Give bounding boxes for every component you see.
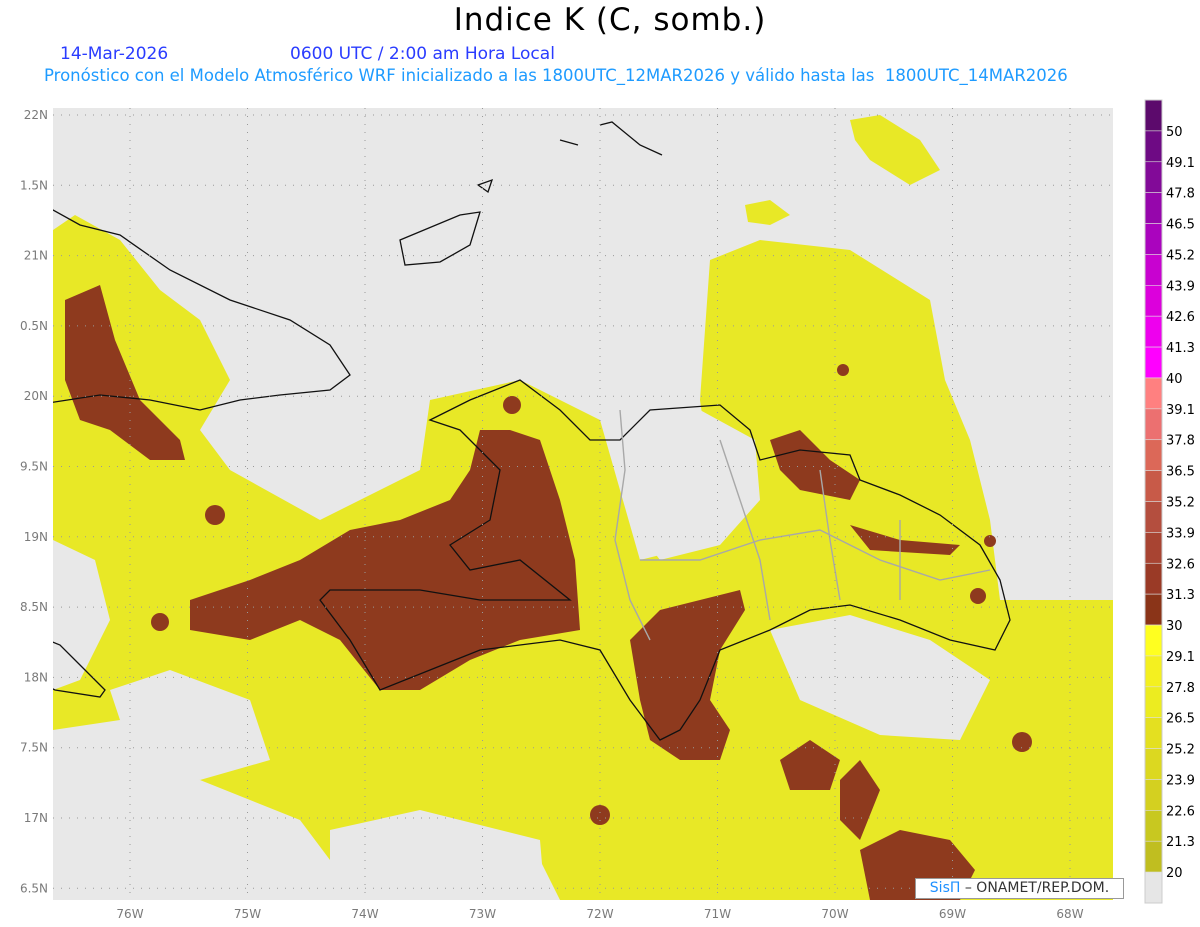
colorbar-swatch bbox=[1144, 624, 1163, 657]
colorbar-swatch bbox=[1144, 439, 1163, 471]
lat-label: 22N bbox=[24, 108, 48, 122]
colorbar-swatch bbox=[1144, 254, 1163, 286]
colorbar-swatch bbox=[1144, 871, 1163, 904]
colorbar-swatch bbox=[1144, 99, 1163, 132]
lon-label: 73W bbox=[469, 907, 496, 921]
lon-label: 71W bbox=[704, 907, 731, 921]
colorbar-label: 39.1 bbox=[1166, 403, 1195, 418]
map: 22N 1.5N 21N 0.5N 20N 9.5N 19N 8.5N 18N 7.5N 17N 6.… bbox=[20, 99, 1195, 921]
lat-label: 21N bbox=[24, 249, 48, 263]
colorbar-swatch bbox=[1144, 748, 1163, 780]
colorbar-label: 49.1 bbox=[1166, 156, 1195, 171]
lat-label: 17N bbox=[24, 811, 48, 825]
colorbar-swatch bbox=[1144, 346, 1163, 379]
colorbar-swatch bbox=[1144, 285, 1163, 317]
lat-label: 1.5N bbox=[20, 178, 48, 192]
colorbar-swatch bbox=[1144, 593, 1163, 626]
colorbar-swatch bbox=[1144, 686, 1163, 718]
colorbar-swatch bbox=[1144, 192, 1163, 224]
colorbar-label: 21.3 bbox=[1166, 835, 1195, 850]
sispi-logo: SisΠ bbox=[929, 880, 961, 896]
colorbar-label: 29.1 bbox=[1166, 650, 1195, 665]
colorbar-swatch bbox=[1144, 501, 1163, 533]
colorbar-label: 26.5 bbox=[1166, 712, 1195, 727]
colorbar-label: 50 bbox=[1166, 125, 1183, 140]
colorbar-swatch bbox=[1144, 562, 1163, 595]
colorbar-label: 46.5 bbox=[1166, 218, 1195, 233]
lon-label: 75W bbox=[234, 907, 261, 921]
colorbar-swatch bbox=[1144, 840, 1163, 873]
colorbar-swatch bbox=[1144, 532, 1163, 564]
colorbar-swatch bbox=[1144, 130, 1163, 163]
colorbar-swatch bbox=[1144, 470, 1163, 502]
colorbar-label: 30 bbox=[1166, 619, 1183, 634]
colorbar-label: 20 bbox=[1166, 866, 1183, 881]
colorbar-label: 42.6 bbox=[1166, 310, 1195, 325]
colorbar-label: 25.2 bbox=[1166, 743, 1195, 758]
lon-label: 69W bbox=[939, 907, 966, 921]
lon-label: 68W bbox=[1056, 907, 1083, 921]
colorbar-label: 33.9 bbox=[1166, 526, 1195, 541]
lon-label: 70W bbox=[821, 907, 848, 921]
colorbar-swatch bbox=[1144, 408, 1163, 441]
lat-label: 0.5N bbox=[20, 319, 48, 333]
colorbar-swatch bbox=[1144, 315, 1163, 348]
colorbar-swatch bbox=[1144, 161, 1163, 193]
colorbar-label: 22.6 bbox=[1166, 804, 1195, 819]
lat-label: 9.5N bbox=[20, 460, 48, 474]
colorbar-swatch bbox=[1144, 223, 1163, 255]
colorbar-label: 45.2 bbox=[1166, 248, 1195, 263]
colorbar-swatch bbox=[1144, 810, 1163, 842]
lat-label: 6.5N bbox=[20, 881, 48, 895]
credit-box: SisΠ – ONAMET/REP.DOM. bbox=[915, 878, 1124, 899]
colorbar-label: 43.9 bbox=[1166, 279, 1195, 294]
colorbar-label: 27.8 bbox=[1166, 681, 1195, 696]
colorbar-label: 36.5 bbox=[1166, 465, 1195, 480]
lat-label: 20N bbox=[24, 389, 48, 403]
colorbar-label: 35.2 bbox=[1166, 496, 1195, 511]
credit-text: – ONAMET/REP.DOM. bbox=[960, 880, 1110, 896]
colorbar-swatch bbox=[1144, 779, 1163, 811]
lat-label: 8.5N bbox=[20, 600, 48, 614]
lon-label: 72W bbox=[586, 907, 613, 921]
colorbar-swatch bbox=[1144, 377, 1163, 410]
colorbar-label: 37.8 bbox=[1166, 434, 1195, 449]
colorbar-label: 23.9 bbox=[1166, 773, 1195, 788]
lat-label: 19N bbox=[24, 530, 48, 544]
lat-label: 7.5N bbox=[20, 741, 48, 755]
colorbar-label: 41.3 bbox=[1166, 341, 1195, 356]
colorbar-swatch bbox=[1144, 717, 1163, 749]
colorbar-label: 47.8 bbox=[1166, 187, 1195, 202]
colorbar-label: 31.3 bbox=[1166, 588, 1195, 603]
lon-label: 74W bbox=[351, 907, 378, 921]
colorbar-swatch bbox=[1144, 655, 1163, 688]
colorbar-label: 32.6 bbox=[1166, 557, 1195, 572]
lon-label: 76W bbox=[116, 907, 143, 921]
lat-label: 18N bbox=[24, 670, 48, 684]
colorbar-label: 40 bbox=[1166, 372, 1183, 387]
